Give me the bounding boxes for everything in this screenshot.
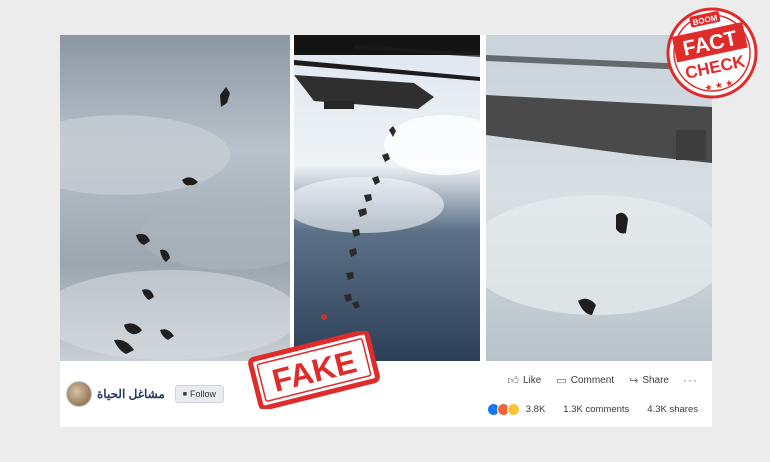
video-frame-left [60,35,290,361]
comment-button[interactable]: ▭ Comment [556,374,614,387]
fact-check-badge: BOOM FACT CHECK ★ ★ ★ [666,7,758,99]
reaction-count[interactable]: 3.8K [526,404,546,415]
avatar[interactable] [66,381,92,407]
helicopter-scene [294,35,480,361]
comment-count[interactable]: 1.3K comments [563,404,629,415]
share-count[interactable]: 4.3K shares [647,404,698,415]
comment-icon: ▭ [556,374,567,387]
page-name[interactable]: مشاغل الحياة [97,387,165,401]
share-button[interactable]: ↪ Share [629,374,669,387]
thumbs-up-icon: 👍︎ [507,374,519,387]
facebook-post-card: مشاغل الحياة ■ Follow 👍︎ Like ▭ Comment … [60,35,712,427]
post-stats: 3.8K 1.3K comments 4.3K shares [486,403,698,416]
follow-button[interactable]: ■ Follow [174,385,225,403]
follow-label: Follow [190,389,217,399]
video-frame-center [294,35,480,361]
facebook-post-footer: مشاغل الحياة ■ Follow 👍︎ Like ▭ Comment … [60,361,712,427]
share-icon: ↪ [629,374,639,387]
wow-reaction-icon [506,403,520,416]
share-label: Share [642,374,669,386]
follow-icon: ■ [182,390,188,398]
reaction-icons[interactable] [486,403,520,416]
post-actions: 👍︎ Like ▭ Comment ↪ Share ··· [492,373,698,387]
sky-scene-left [60,35,290,361]
more-options-icon[interactable]: ··· [683,373,698,387]
page-info: مشاغل الحياة ■ Follow [66,381,225,407]
fake-stamp: FAKE [248,331,380,409]
comment-label: Comment [570,374,615,386]
like-label: Like [522,374,542,386]
like-button[interactable]: 👍︎ Like [507,374,541,387]
